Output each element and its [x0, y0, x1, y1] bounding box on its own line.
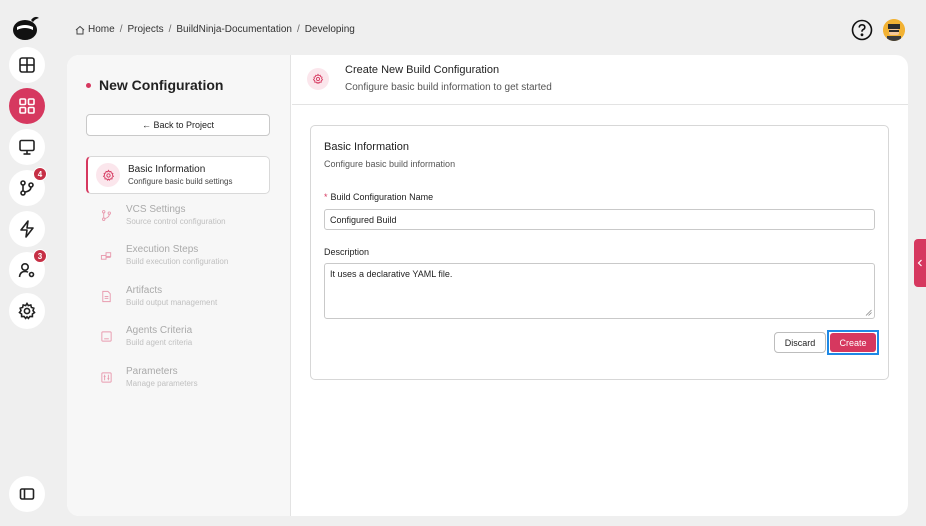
expand-panel-tab[interactable] [914, 239, 926, 287]
step-label: Execution Steps [126, 244, 199, 255]
config-name-label-text: Build Configuration Name [330, 192, 434, 202]
step-execution-steps[interactable]: Execution Steps Build execution configur… [86, 236, 270, 274]
form-subtitle: Configure basic build information [324, 159, 456, 169]
breadcrumb-separator: / [168, 24, 172, 35]
user-avatar-icon [883, 19, 905, 41]
blocks-icon [100, 251, 111, 260]
dashboard-icon [19, 98, 35, 114]
sliders-icon [100, 371, 112, 383]
step-label: Parameters [126, 366, 178, 377]
breadcrumb-projects[interactable]: Projects [127, 24, 163, 35]
step-sublabel: Build execution configuration [126, 257, 229, 266]
step-label: Artifacts [126, 285, 163, 296]
discard-button[interactable]: Discard [774, 332, 826, 353]
config-name-value: Configured Build [330, 214, 397, 225]
step-label: Agents Criteria [126, 325, 193, 336]
rail-layout-button[interactable] [9, 47, 45, 83]
form-title: Basic Information [324, 141, 409, 153]
description-label: Description [324, 247, 370, 257]
description-textarea[interactable]: It uses a declarative YAML file. [324, 263, 875, 319]
page-title-text: New Configuration [99, 77, 224, 93]
vcs-count-badge: 4 [33, 167, 47, 181]
create-button[interactable]: Create [827, 330, 879, 355]
step-text: Execution Steps Build execution configur… [126, 243, 228, 267]
rail-projects-button[interactable] [9, 88, 45, 124]
list-box-icon [100, 330, 112, 342]
breadcrumb: Home / Projects / BuildNinja-Documentati… [75, 24, 355, 35]
content-title: Create New Build Configuration [345, 64, 500, 76]
content-header: Create New Build Configuration Configure… [292, 55, 908, 105]
step-parameters[interactable]: Parameters Manage parameters [86, 358, 270, 396]
step-icon-wrap [96, 163, 120, 187]
layout-grid-icon [19, 57, 35, 73]
config-name-label: * Build Configuration Name [324, 192, 433, 202]
git-branch-icon [20, 180, 34, 196]
header-icon-wrap [307, 68, 329, 90]
step-sublabel: Build agent criteria [126, 338, 193, 347]
breadcrumb-current: Developing [304, 24, 355, 35]
step-label: Basic Information [128, 164, 206, 175]
git-branch-icon [101, 209, 111, 221]
sidebar-panel-icon [19, 488, 35, 500]
steps-sidebar: New Configuration ← Back to Project Basi… [67, 55, 291, 516]
user-settings-icon [18, 262, 35, 278]
basic-information-form: Basic Information Configure basic build … [310, 125, 889, 380]
step-sublabel: Source control configuration [126, 217, 226, 226]
gear-icon [312, 73, 324, 84]
step-vcs-settings[interactable]: VCS Settings Source control configuratio… [86, 196, 270, 234]
home-icon [75, 25, 85, 34]
description-value: It uses a declarative YAML file. [330, 269, 453, 279]
users-count-badge: 3 [33, 249, 47, 263]
lightning-icon [20, 220, 34, 238]
step-icon-wrap [94, 203, 118, 227]
step-agents-criteria[interactable]: Agents Criteria Build agent criteria [86, 317, 270, 355]
breadcrumb-separator: / [119, 24, 123, 35]
title-dot [86, 82, 91, 88]
breadcrumb-project[interactable]: BuildNinja-Documentation [176, 24, 292, 35]
content-subtitle: Configure basic build information to get… [345, 82, 552, 93]
chevron-left-icon [917, 259, 922, 267]
rail-vcs-button[interactable]: 4 [9, 167, 47, 206]
step-text: VCS Settings Source control configuratio… [126, 203, 226, 227]
step-text: Agents Criteria Build agent criteria [126, 324, 192, 348]
create-label: Create [830, 333, 876, 352]
rail-settings-button[interactable] [9, 293, 45, 329]
help-icon[interactable] [851, 19, 873, 41]
step-sublabel: Configure basic build settings [128, 177, 233, 186]
step-sublabel: Manage parameters [126, 379, 198, 388]
avatar[interactable] [883, 19, 905, 41]
monitor-icon [19, 139, 35, 155]
rail-monitor-button[interactable] [9, 129, 45, 165]
gear-icon [18, 301, 36, 320]
ninja-logo-icon[interactable] [11, 12, 41, 42]
step-sublabel: Build output management [126, 298, 218, 307]
gear-icon [102, 168, 114, 181]
file-icon [101, 290, 111, 302]
step-label: VCS Settings [126, 204, 186, 215]
rail-collapse-button[interactable] [9, 476, 45, 512]
rail-users-button[interactable]: 3 [9, 249, 47, 288]
step-icon-wrap [94, 365, 118, 389]
configuration-card: New Configuration ← Back to Project Basi… [67, 55, 908, 516]
step-artifacts[interactable]: Artifacts Build output management [86, 277, 270, 315]
required-marker: * [324, 192, 328, 202]
step-text: Artifacts Build output management [126, 284, 217, 308]
resize-grip-icon[interactable] [865, 309, 872, 316]
step-text: Parameters Manage parameters [126, 365, 198, 389]
step-icon-wrap [94, 324, 118, 348]
left-rail: 4 3 [0, 0, 54, 526]
step-text: Basic Information Configure basic build … [128, 163, 233, 187]
step-basic-information[interactable]: Basic Information Configure basic build … [86, 156, 270, 194]
step-icon-wrap [94, 284, 118, 308]
breadcrumb-separator: / [297, 24, 300, 35]
step-icon-wrap [94, 243, 118, 267]
back-to-project-button[interactable]: ← Back to Project [86, 114, 270, 136]
rail-triggers-button[interactable] [9, 211, 45, 247]
discard-label: Discard [784, 337, 816, 348]
breadcrumb-home[interactable]: Home [88, 24, 115, 35]
back-to-project-label: ← Back to Project [141, 120, 215, 130]
page-title: New Configuration [86, 77, 223, 93]
config-name-input[interactable]: Configured Build [324, 209, 875, 230]
